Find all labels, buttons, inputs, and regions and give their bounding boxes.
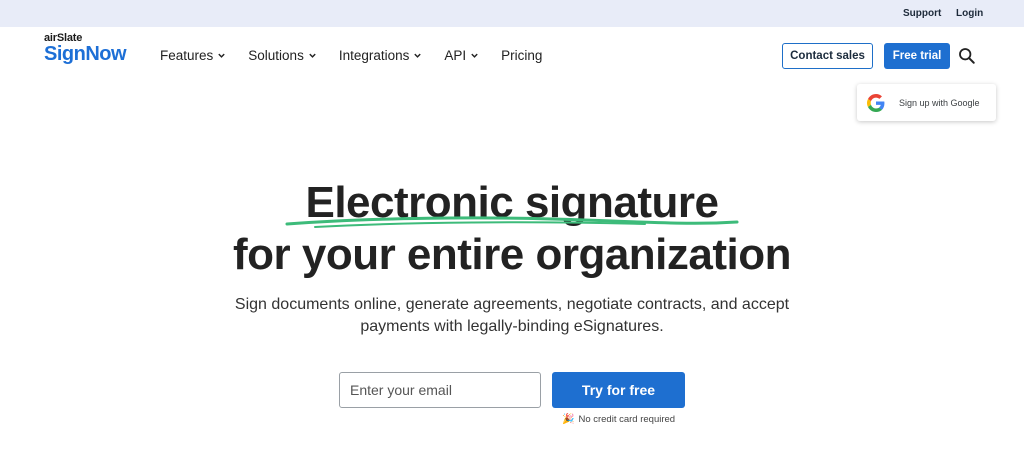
- nav-item-label: Pricing: [501, 48, 543, 63]
- nav-item-features[interactable]: Features: [160, 48, 226, 63]
- nav-item-solutions[interactable]: Solutions: [248, 48, 317, 63]
- nav-item-integrations[interactable]: Integrations: [339, 48, 423, 63]
- party-popper-icon: 🎉: [562, 414, 575, 425]
- google-icon: [867, 93, 885, 112]
- hero-subtitle-line1: Sign documents online, generate agreemen…: [234, 296, 790, 313]
- top-bar: Support Login: [0, 0, 1024, 27]
- no-credit-card-text: No credit card required: [578, 414, 676, 425]
- chevron-down-icon: [414, 53, 422, 58]
- try-for-free-button[interactable]: Try for free: [552, 372, 685, 408]
- login-link[interactable]: Login: [956, 8, 983, 19]
- nav-item-label: Features: [160, 48, 214, 63]
- chevron-down-icon: [218, 53, 225, 58]
- no-credit-card-note: 🎉 No credit card required: [562, 414, 675, 425]
- nav-item-label: Integrations: [338, 48, 410, 63]
- nav-item-api[interactable]: API: [444, 48, 479, 63]
- main-nav: Features Solutions Integrations API Pric…: [160, 48, 564, 63]
- contact-sales-button[interactable]: Contact sales: [782, 43, 873, 69]
- nav-item-pricing[interactable]: Pricing: [501, 48, 542, 63]
- chevron-down-icon: [471, 53, 478, 58]
- hero-subtitle-line2: payments with legally-binding eSignature…: [360, 318, 664, 335]
- chevron-down-icon: [309, 53, 316, 58]
- green-underline-decoration: [285, 216, 739, 228]
- email-input[interactable]: [339, 372, 541, 408]
- logo-big-text: SignNow: [44, 43, 127, 65]
- free-trial-button[interactable]: Free trial: [884, 43, 950, 69]
- nav-item-label: API: [444, 48, 467, 63]
- airslate-signnow-logo[interactable]: airSlate SignNow: [44, 33, 127, 65]
- nav-item-label: Solutions: [248, 48, 304, 63]
- google-signup-label: Sign up with Google: [899, 97, 980, 108]
- google-signup-button[interactable]: Sign up with Google: [857, 84, 996, 121]
- hero-title-line2: for your entire organization: [232, 230, 792, 279]
- support-link[interactable]: Support: [903, 8, 941, 19]
- search-icon[interactable]: [958, 47, 976, 65]
